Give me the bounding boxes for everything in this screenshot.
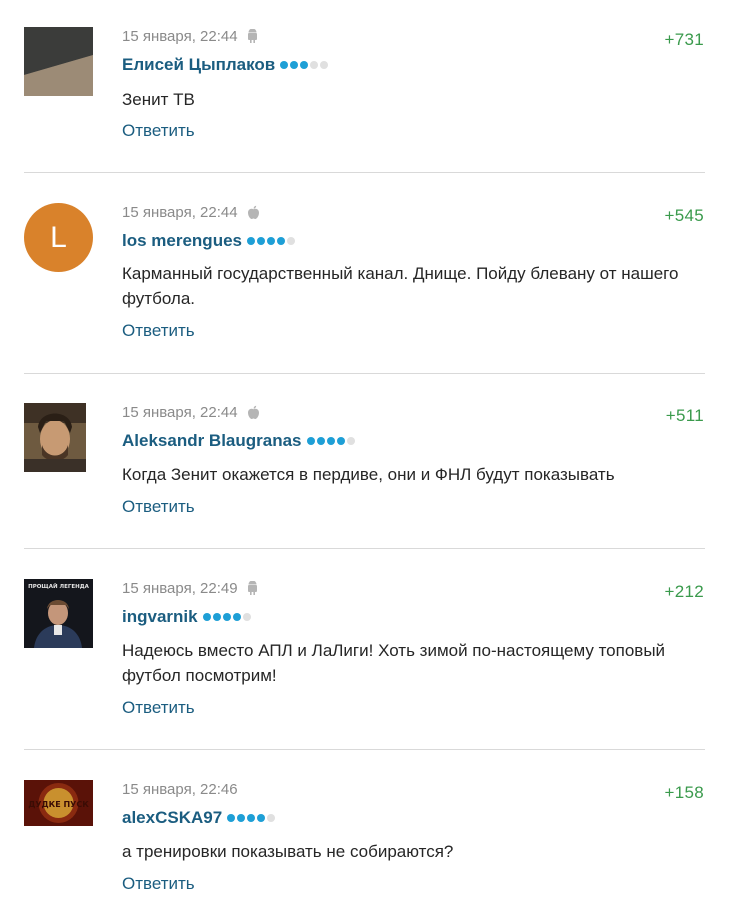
comment-text: а тренировки показывать не собираются? [122,842,454,861]
divider [24,172,705,173]
level-dot [316,437,325,445]
user-level [280,61,329,69]
author-name[interactable]: los merengues [122,231,242,251]
comment-item: ПРОЩАЙ ЛЕГЕНДА 15 января, 22:49 +212 ing… [0,579,730,749]
apple-icon [247,405,260,420]
level-dot [212,613,221,621]
level-dot [280,61,289,69]
level-dot [232,613,241,621]
avatar[interactable]: ДУДКЕ ПУСК [24,780,93,826]
level-dot [336,437,345,445]
author: Aleksandr Blaugranas [122,431,355,451]
divider [24,548,705,549]
rating[interactable]: +731 [665,30,705,50]
level-dot [346,437,355,445]
avatar-caption: ДУДКЕ ПУСК [28,800,89,809]
user-level [202,613,251,621]
level-dot [310,61,319,69]
timestamp: 15 января, 22:49 [122,579,238,597]
avatar[interactable]: L [24,203,93,272]
level-dot [222,613,231,621]
timestamp: 15 января, 22:44 [122,27,238,45]
avatar[interactable] [24,403,93,472]
level-dot [277,237,285,245]
reply-link[interactable]: Ответить [122,321,195,341]
comment-item: L 15 января, 22:44 +545 los merengues Ка… [0,203,730,373]
author-name[interactable]: Елисей Цыплаков [122,55,275,75]
timestamp: 15 января, 22:46 [122,780,238,798]
comment-text: Надеюсь вместо АПЛ и ЛаЛиги! Хоть зимой … [122,641,666,685]
comment-item: 15 января, 22:44 +731 Елисей Цыплаков Зе… [0,27,730,172]
level-dot [287,237,295,245]
reply-link[interactable]: Ответить [122,121,195,141]
divider [24,373,705,374]
comment-meta: 15 января, 22:46 [122,780,238,798]
author: ingvarnik [122,607,251,627]
comment-item: ДУДКЕ ПУСК 15 января, 22:46 +158 alexCSK… [0,780,730,918]
level-dot [202,613,211,621]
level-dot [300,61,309,69]
avatar-letter: L [24,203,93,272]
level-dot [257,814,266,822]
user-level [227,814,276,822]
comment-meta: 15 января, 22:44 [122,403,260,421]
avatar[interactable]: ПРОЩАЙ ЛЕГЕНДА [24,579,93,648]
level-dot [306,437,315,445]
android-icon [247,29,258,43]
reply-link[interactable]: Ответить [122,497,195,517]
author-name[interactable]: alexCSKA97 [122,808,222,828]
android-icon [247,581,258,595]
level-dot [320,61,329,69]
comment-item: 15 января, 22:44 +511 Aleksandr Blaugran… [0,403,730,548]
avatar-caption: ПРОЩАЙ ЛЕГЕНДА [28,582,89,590]
level-dot [257,237,265,245]
level-dot [237,814,246,822]
level-dot [267,814,276,822]
reply-link[interactable]: Ответить [122,874,195,894]
avatar[interactable] [24,27,93,96]
timestamp: 15 января, 22:44 [122,403,238,421]
comment-meta: 15 января, 22:44 [122,203,260,221]
user-level [247,237,295,245]
comment-text: Когда Зенит окажется в пердиве, они и ФН… [122,465,615,484]
rating[interactable]: +212 [665,582,705,602]
author-name[interactable]: Aleksandr Blaugranas [122,431,302,451]
divider [24,749,705,750]
author: alexCSKA97 [122,808,276,828]
comment-meta: 15 января, 22:49 [122,579,258,597]
author-name[interactable]: ingvarnik [122,607,198,627]
author: Елисей Цыплаков [122,55,329,75]
level-dot [290,61,299,69]
level-dot [326,437,335,445]
rating[interactable]: +158 [665,783,705,803]
apple-icon [247,205,260,220]
level-dot [227,814,236,822]
author: los merengues [122,231,295,251]
level-dot [247,814,256,822]
comment-meta: 15 января, 22:44 [122,27,258,45]
comment-text: Зенит ТВ [122,90,195,109]
user-level [306,437,355,445]
level-dot [247,237,255,245]
level-dot [242,613,251,621]
timestamp: 15 января, 22:44 [122,203,238,221]
rating[interactable]: +545 [665,206,705,226]
level-dot [267,237,275,245]
reply-link[interactable]: Ответить [122,698,195,718]
comment-text: Карманный государственный канал. Днище. … [122,264,679,308]
rating[interactable]: +511 [666,406,704,426]
